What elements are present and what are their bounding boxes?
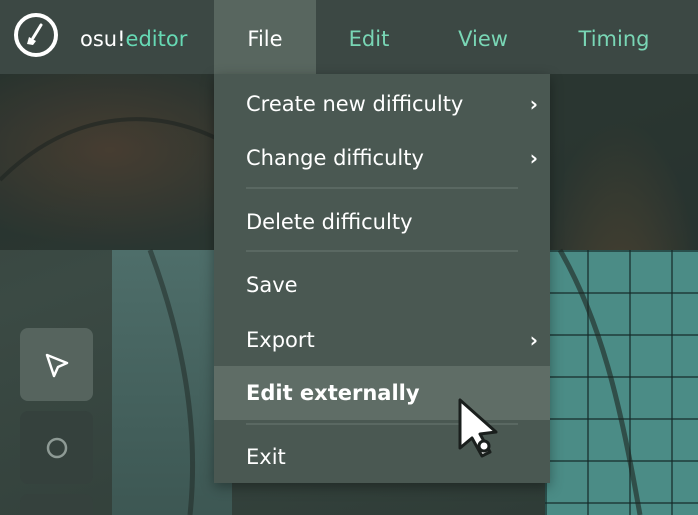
delete-difficulty-label: Delete difficulty xyxy=(246,210,413,234)
select-arrow-icon xyxy=(45,353,69,378)
tool-button-partial[interactable] xyxy=(20,494,93,515)
menu-timing[interactable]: Timing xyxy=(544,0,684,74)
chevron-right-icon: › xyxy=(529,146,538,170)
edit-externally-label: Edit externally xyxy=(246,381,420,405)
top-menu-bar: osu!editor File Edit View Timing xyxy=(0,0,698,74)
menu-item-create-new-difficulty[interactable]: Create new difficulty › xyxy=(214,77,550,131)
create-new-difficulty-label: Create new difficulty xyxy=(246,92,464,116)
mouse-cursor-icon xyxy=(458,398,498,458)
menu-view[interactable]: View xyxy=(422,0,544,74)
app-title: osu!editor xyxy=(80,25,187,53)
menu-divider xyxy=(246,187,518,189)
menu-item-change-difficulty[interactable]: Change difficulty › xyxy=(214,131,550,185)
chevron-right-icon: › xyxy=(529,328,538,352)
change-difficulty-label: Change difficulty xyxy=(246,146,424,170)
save-label: Save xyxy=(246,273,298,297)
menu-item-export[interactable]: Export › xyxy=(214,313,550,367)
app-title-osu: osu! xyxy=(80,27,126,51)
circle-icon xyxy=(46,437,68,459)
chevron-right-icon: › xyxy=(529,92,538,116)
menu-item-save[interactable]: Save xyxy=(214,258,550,312)
exit-label: Exit xyxy=(246,445,286,469)
menu-item-delete-difficulty[interactable]: Delete difficulty xyxy=(214,195,550,249)
menu-divider xyxy=(246,250,518,252)
hit-circle-tool-button[interactable] xyxy=(20,411,93,484)
select-tool-button[interactable] xyxy=(20,328,93,401)
export-label: Export xyxy=(246,328,315,352)
app-title-editor: editor xyxy=(125,27,188,51)
menu-edit[interactable]: Edit xyxy=(316,0,422,74)
osu-logo-icon[interactable] xyxy=(14,13,58,57)
menu-file[interactable]: File xyxy=(214,0,316,74)
